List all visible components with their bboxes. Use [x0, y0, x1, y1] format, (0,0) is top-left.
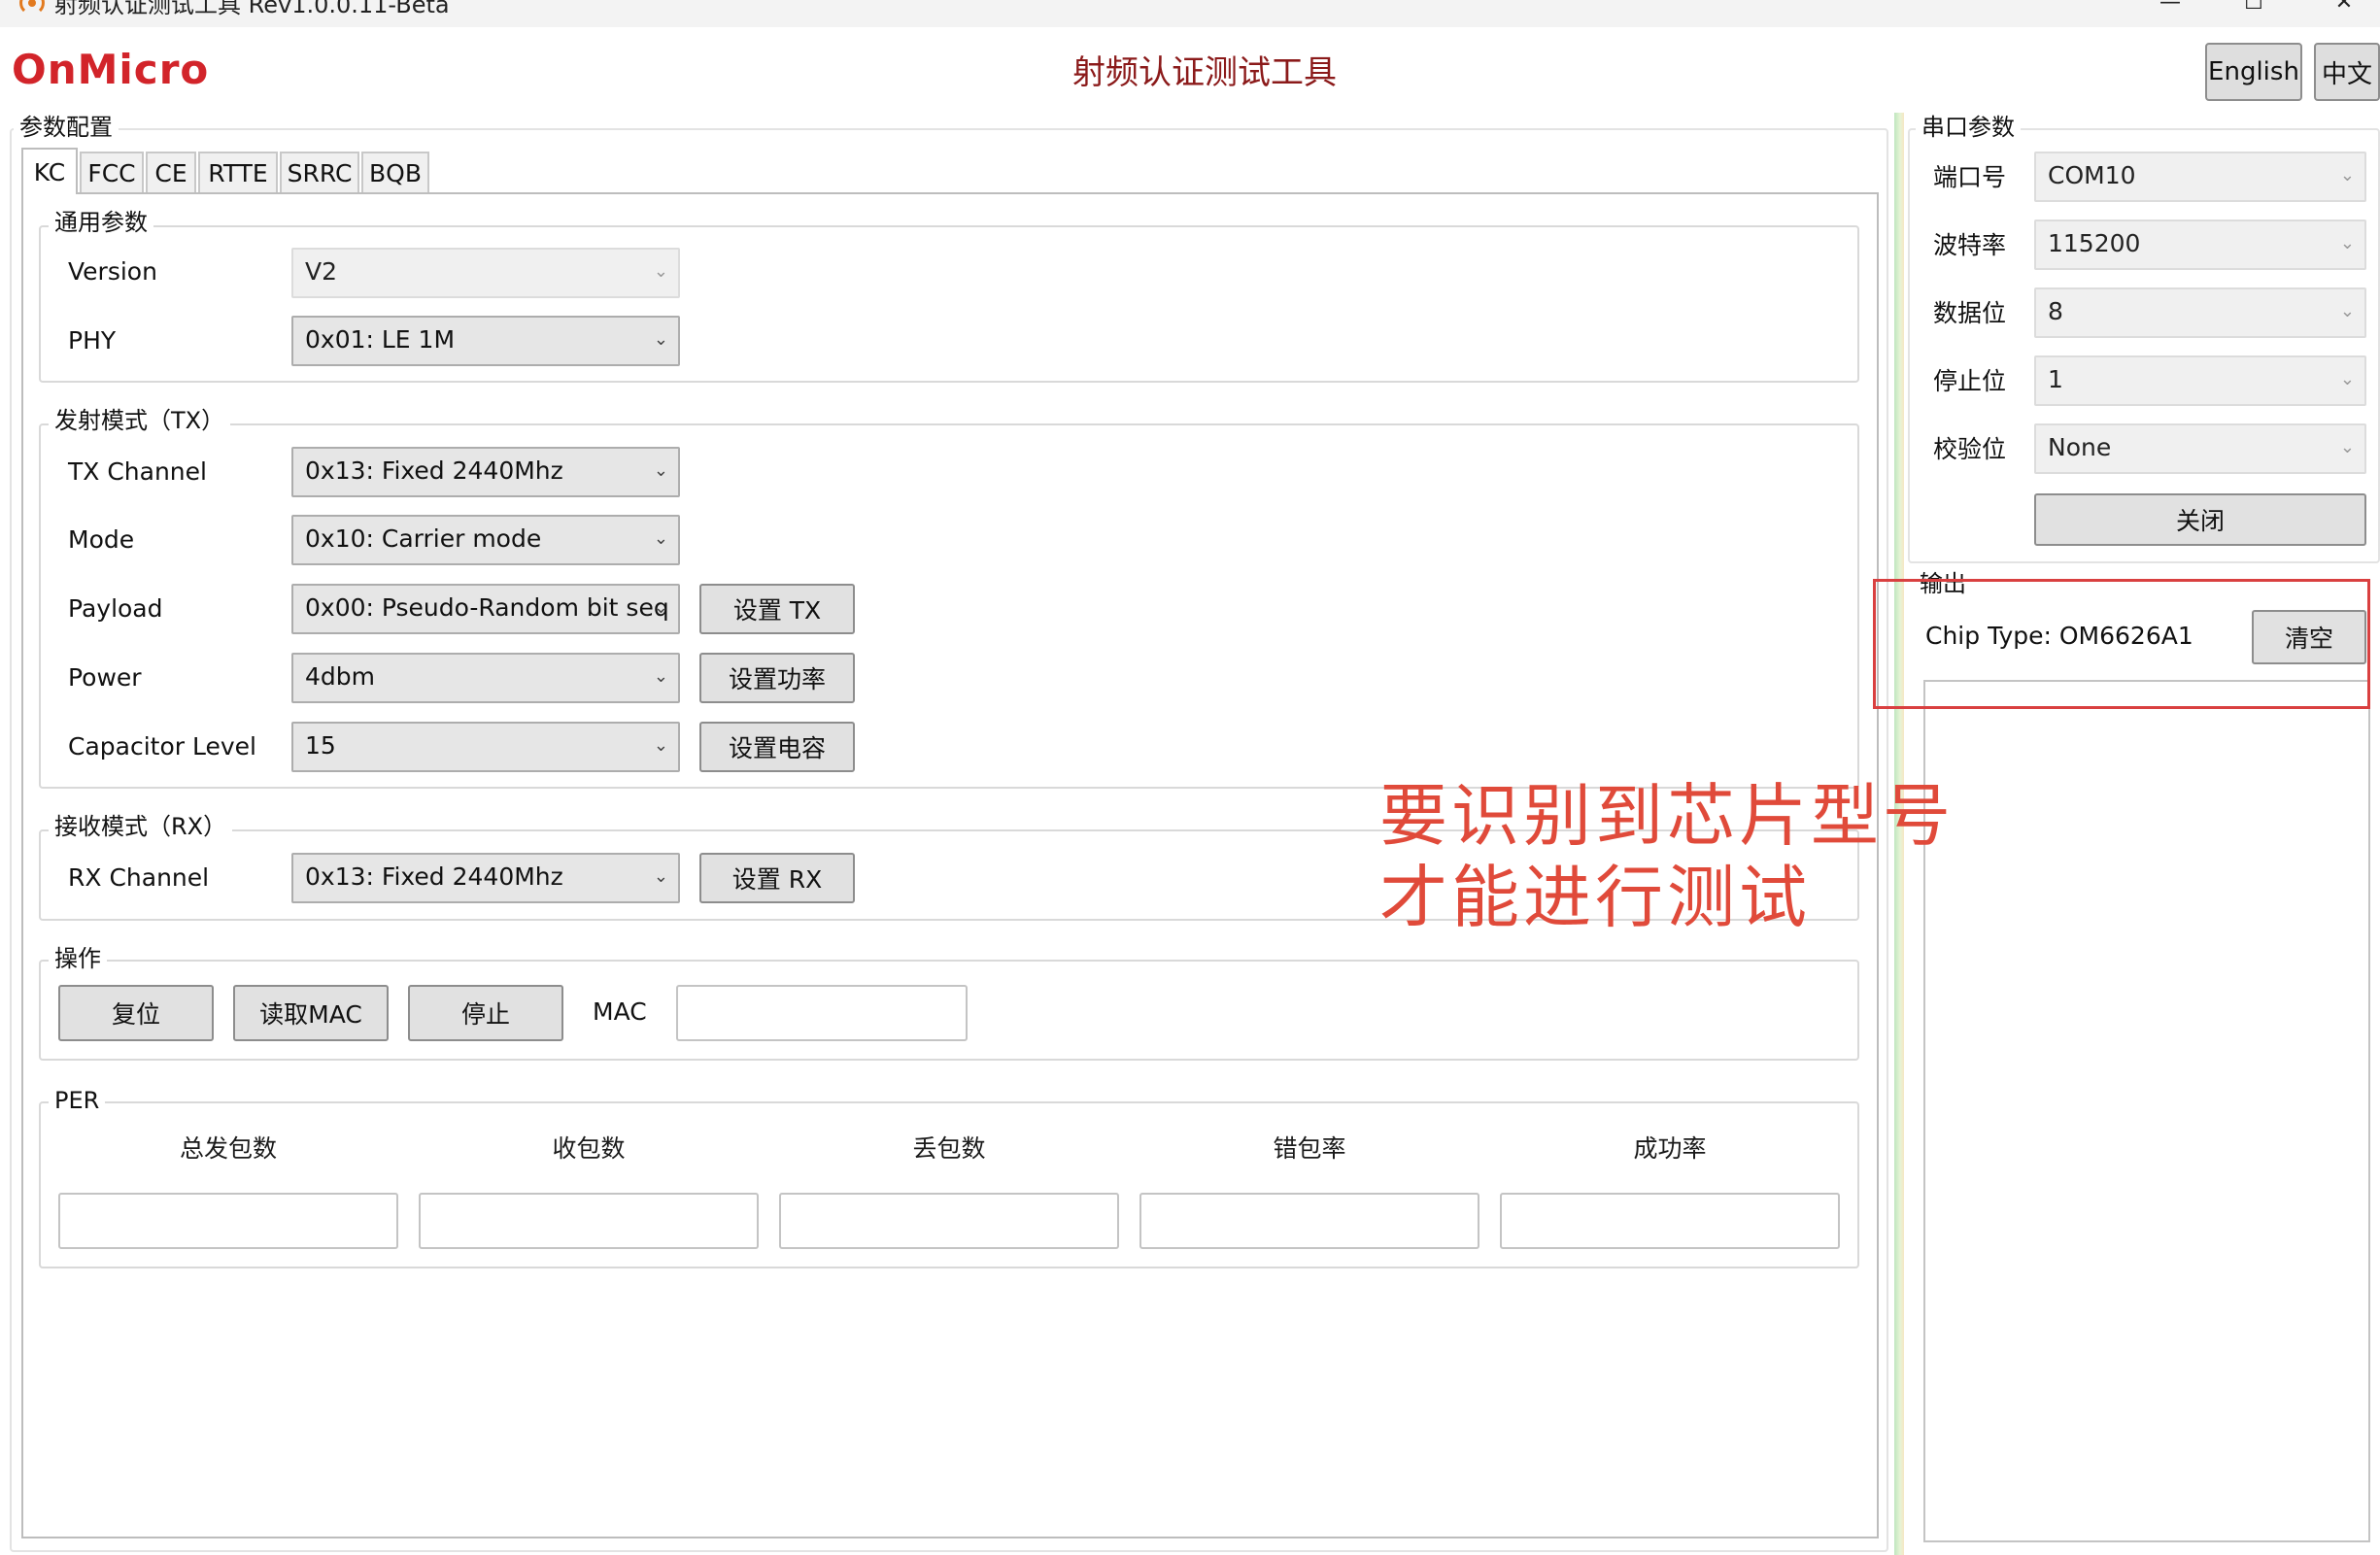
chevron-down-icon: ⌄ [2339, 165, 2355, 186]
mode-value: 0x10: Carrier mode [305, 524, 542, 553]
power-value: 4dbm [305, 662, 375, 691]
capacitor-level-select[interactable]: 15 ⌄ [291, 722, 680, 772]
tab-fcc[interactable]: FCC [80, 152, 144, 192]
read-mac-button[interactable]: 读取MAC [233, 985, 389, 1041]
per-header-total-sent: 总发包数 [179, 1134, 277, 1163]
chevron-down-icon: ⌄ [653, 666, 668, 687]
rx-mode-label: 接收模式（RX） [49, 812, 233, 841]
payload-label: Payload [68, 594, 163, 623]
rx-channel-label: RX Channel [68, 863, 210, 892]
data-bits-select[interactable]: 8 ⌄ [2034, 287, 2366, 338]
set-tx-button[interactable]: 设置 TX [699, 584, 855, 634]
phy-label: PHY [68, 326, 117, 355]
version-value: V2 [305, 257, 338, 286]
set-capacitor-button[interactable]: 设置电容 [699, 722, 855, 772]
rx-channel-select[interactable]: 0x13: Fixed 2440Mhz ⌄ [291, 853, 680, 903]
stop-bits-select[interactable]: 1 ⌄ [2034, 355, 2366, 406]
baud-rate-select[interactable]: 115200 ⌄ [2034, 220, 2366, 270]
per-label: PER [49, 1086, 106, 1115]
app-title: 射频认证测试工具 [1072, 53, 1337, 92]
payload-select[interactable]: 0x00: Pseudo-Random bit seq ⌄ [291, 584, 680, 634]
tx-mode-label: 发射模式（TX） [49, 406, 231, 435]
stop-bits-label: 停止位 [1933, 367, 2007, 395]
per-header-error-rate: 错包率 [1273, 1134, 1346, 1163]
reset-button[interactable]: 复位 [58, 985, 214, 1041]
chinese-button[interactable]: 中文 [2314, 43, 2380, 101]
rx-channel-value: 0x13: Fixed 2440Mhz [305, 862, 563, 891]
per-lost-field[interactable] [779, 1193, 1119, 1249]
annotation-line-1: 要识别到芯片型号 [1379, 776, 1955, 856]
parity-value: None [2048, 433, 2112, 461]
tab-srrc[interactable]: SRRC [280, 152, 359, 192]
port-value: COM10 [2048, 161, 2136, 189]
parity-label: 校验位 [1933, 435, 2007, 463]
chevron-down-icon: ⌄ [653, 460, 668, 481]
params-group-label: 参数配置 [14, 113, 119, 142]
mac-field[interactable] [676, 985, 968, 1041]
capacitor-level-value: 15 [305, 731, 336, 760]
per-received-field[interactable] [419, 1193, 759, 1249]
capacitor-level-label: Capacitor Level [68, 732, 256, 761]
close-port-button[interactable]: 关闭 [2034, 493, 2366, 546]
per-header-lost: 丢包数 [912, 1134, 986, 1163]
chevron-down-icon: ⌄ [2339, 437, 2355, 457]
chevron-down-icon: ⌄ [653, 866, 668, 887]
annotation-line-2: 才能进行测试 [1379, 858, 1811, 937]
chevron-down-icon: ⌄ [2339, 369, 2355, 389]
operations-label: 操作 [49, 944, 107, 973]
per-success-rate-field[interactable] [1500, 1193, 1840, 1249]
per-header-success-rate: 成功率 [1633, 1134, 1707, 1163]
data-bits-value: 8 [2048, 297, 2063, 325]
phy-select[interactable]: 0x01: LE 1M ⌄ [291, 316, 680, 366]
port-label: 端口号 [1933, 163, 2007, 191]
set-power-button[interactable]: 设置功率 [699, 653, 855, 703]
tab-rtte[interactable]: RTTE [198, 152, 278, 192]
mode-label: Mode [68, 525, 135, 554]
port-select[interactable]: COM10 ⌄ [2034, 152, 2366, 202]
output-log-area[interactable] [1923, 680, 2370, 1542]
english-button[interactable]: English [2205, 43, 2302, 101]
mac-label: MAC [593, 997, 647, 1026]
chevron-down-icon: ⌄ [653, 735, 668, 756]
chevron-down-icon: ⌄ [653, 329, 668, 350]
per-total-sent-field[interactable] [58, 1193, 398, 1249]
power-label: Power [68, 663, 142, 692]
serial-params-label: 串口参数 [1916, 113, 2021, 142]
tab-ce[interactable]: CE [146, 152, 196, 192]
maximize-button[interactable]: ☐ [2234, 0, 2273, 16]
parity-select[interactable]: None ⌄ [2034, 423, 2366, 474]
mode-select[interactable]: 0x10: Carrier mode ⌄ [291, 515, 680, 565]
data-bits-label: 数据位 [1933, 299, 2007, 327]
chevron-down-icon: ⌄ [653, 261, 668, 282]
phy-value: 0x01: LE 1M [305, 325, 456, 354]
baud-rate-value: 115200 [2048, 229, 2141, 257]
chevron-down-icon: ⌄ [653, 597, 668, 618]
stop-button[interactable]: 停止 [408, 985, 563, 1041]
close-window-button[interactable]: ✕ [2325, 0, 2363, 16]
chevron-down-icon: ⌄ [653, 528, 668, 549]
tx-channel-select[interactable]: 0x13: Fixed 2440Mhz ⌄ [291, 447, 680, 497]
general-params-label: 通用参数 [49, 208, 153, 237]
chevron-down-icon: ⌄ [2339, 233, 2355, 254]
per-error-rate-field[interactable] [1139, 1193, 1479, 1249]
annotation-note: 要识别到芯片型号 才能进行测试 [1379, 775, 1955, 938]
power-select[interactable]: 4dbm ⌄ [291, 653, 680, 703]
set-rx-button[interactable]: 设置 RX [699, 853, 855, 903]
window-title: 射频认证测试工具 Rev1.0.0.11-Beta [54, 0, 450, 18]
annotation-highlight-box [1873, 579, 2370, 709]
signal-app-icon [19, 0, 45, 13]
per-header-received: 收包数 [552, 1134, 626, 1163]
version-select[interactable]: V2 ⌄ [291, 248, 680, 298]
tab-kc[interactable]: KC [21, 148, 78, 194]
tab-bqb[interactable]: BQB [361, 152, 429, 192]
chevron-down-icon: ⌄ [2339, 301, 2355, 321]
baud-rate-label: 波特率 [1933, 231, 2007, 259]
tx-channel-value: 0x13: Fixed 2440Mhz [305, 456, 563, 485]
payload-value: 0x00: Pseudo-Random bit seq [305, 593, 669, 622]
tx-channel-label: TX Channel [68, 457, 207, 486]
stop-bits-value: 1 [2048, 365, 2063, 393]
minimize-button[interactable]: — [2151, 0, 2190, 16]
version-label: Version [68, 257, 157, 286]
